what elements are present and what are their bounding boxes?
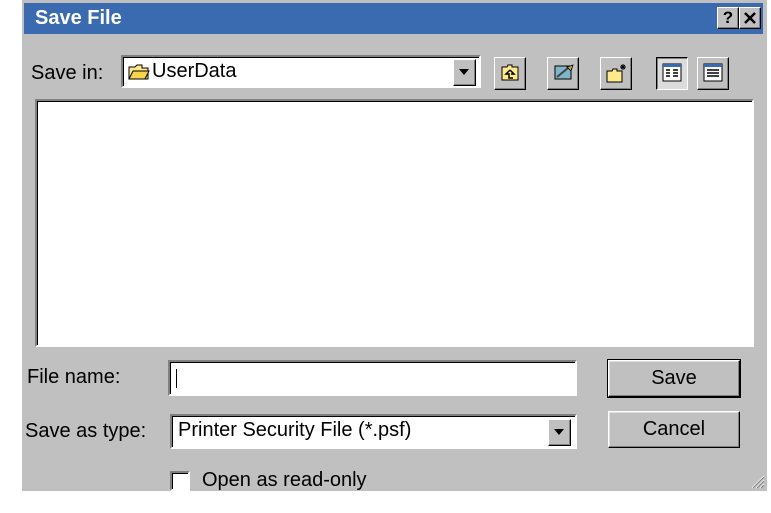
create-new-folder-button[interactable] xyxy=(600,57,632,90)
resize-grip-icon[interactable] xyxy=(749,473,765,489)
save-as-type-dropdown-button[interactable] xyxy=(548,419,571,446)
desktop-button[interactable] xyxy=(547,57,579,90)
details-view-icon xyxy=(703,63,723,82)
save-in-combo[interactable]: UserData xyxy=(121,55,481,88)
cancel-button[interactable]: Cancel xyxy=(608,411,740,448)
chevron-down-icon xyxy=(459,69,469,75)
save-in-dropdown-button[interactable] xyxy=(453,59,476,86)
up-one-level-button[interactable] xyxy=(494,57,526,90)
save-button[interactable]: Save xyxy=(607,359,741,398)
folder-icon xyxy=(128,64,150,80)
new-folder-icon xyxy=(606,64,626,83)
close-icon xyxy=(744,12,756,24)
close-button[interactable] xyxy=(739,7,761,29)
text-caret xyxy=(176,369,177,388)
details-view-button[interactable] xyxy=(697,57,729,90)
folder-up-icon xyxy=(501,64,519,81)
save-as-type-combo[interactable]: Printer Security File (*.psf) xyxy=(170,414,577,449)
help-button[interactable]: ? xyxy=(717,7,739,29)
save-as-type-label: Save as type: xyxy=(25,420,147,442)
file-list[interactable] xyxy=(35,99,754,347)
save-file-dialog: Save File ? Save in: UserData File name:… xyxy=(22,0,767,491)
chevron-down-icon xyxy=(554,429,564,435)
desktop-icon xyxy=(554,64,574,80)
open-as-read-only-checkbox[interactable] xyxy=(170,471,190,491)
file-name-input[interactable] xyxy=(168,360,577,396)
dialog-title: Save File xyxy=(35,7,122,29)
save-as-type-value: Printer Security File (*.psf) xyxy=(178,419,412,441)
open-as-read-only-label[interactable]: Open as read-only xyxy=(202,469,367,492)
file-name-label: File name: xyxy=(27,366,121,388)
save-in-value: UserData xyxy=(152,60,237,82)
save-in-label: Save in: xyxy=(31,62,104,84)
title-bar[interactable]: Save File ? xyxy=(24,3,763,34)
list-view-icon xyxy=(662,63,682,82)
list-view-button[interactable] xyxy=(656,57,688,90)
